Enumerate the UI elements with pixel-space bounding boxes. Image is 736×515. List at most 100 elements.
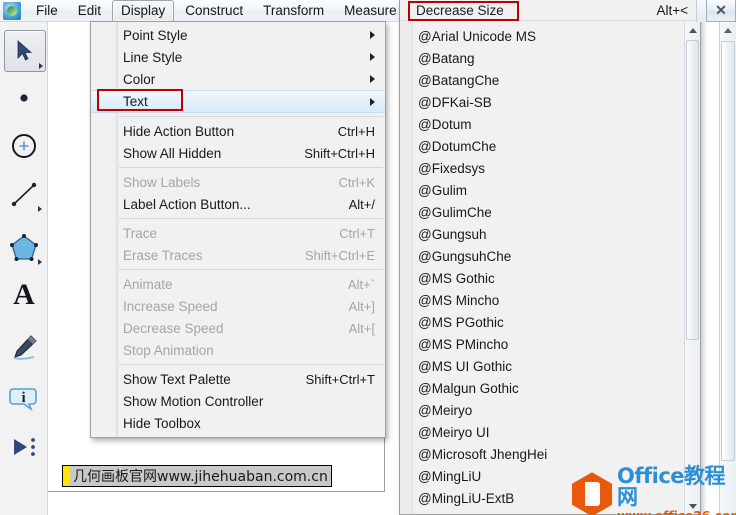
font-option[interactable]: @Meiryo UI (400, 422, 684, 444)
scroll-up-arrow-icon[interactable] (720, 22, 736, 39)
font-option[interactable]: @Gulim (400, 180, 684, 202)
menu-item-show-all-hidden[interactable]: Show All Hidden Shift+Ctrl+H (91, 142, 385, 164)
menu-transform[interactable]: Transform (254, 0, 333, 22)
menu-item-show-labels: Show Labels Ctrl+K (91, 171, 385, 193)
watermark-text: 几何画板官网www.jihehuaban.com.cn (73, 469, 328, 485)
menu-item-increase-speed: Increase Speed Alt+] (91, 295, 385, 317)
menu-item-accelerator: Shift+Ctrl+E (304, 247, 375, 263)
menu-item-accelerator: Alt+] (348, 298, 375, 314)
font-option[interactable]: @Microsoft JhengHei (400, 444, 684, 466)
custom-tool[interactable] (4, 427, 44, 467)
menu-item-erase-traces: Erase Traces Shift+Ctrl+E (91, 244, 385, 266)
font-options-list[interactable]: @Arial Unicode MS @Batang @BatangChe @DF… (400, 22, 684, 514)
font-option[interactable]: @Dotum (400, 114, 684, 136)
submenu-arrow-icon (370, 97, 375, 106)
font-option[interactable]: @MS Gothic (400, 268, 684, 290)
scrollbar-thumb[interactable] (686, 40, 699, 340)
compass-circle-tool[interactable] (4, 126, 44, 166)
tool-expand-arrow-icon[interactable] (39, 63, 43, 69)
menu-item-label: Show Labels (123, 174, 201, 190)
menu-item-accelerator: Ctrl+K (338, 174, 375, 190)
menu-item-accelerator: Ctrl+T (339, 225, 375, 241)
office-watermark-url: www.office26.com (617, 509, 736, 515)
info-balloon-icon: i (9, 388, 37, 412)
menu-item-label: Increase Speed (123, 298, 218, 314)
font-option[interactable]: @MS PGothic (400, 312, 684, 334)
text-tool[interactable]: A (4, 275, 44, 315)
menu-construct[interactable]: Construct (176, 0, 252, 22)
menu-item-show-motion-controller[interactable]: Show Motion Controller (91, 390, 385, 412)
menu-item-label: Hide Toolbox (123, 415, 201, 431)
font-option[interactable]: @Arial Unicode MS (400, 26, 684, 48)
menu-item-line-style[interactable]: Line Style (91, 46, 385, 68)
scrollbar-thumb[interactable] (721, 41, 735, 461)
watermark-accent-bar (63, 466, 70, 486)
menu-item-decrease-size[interactable]: Decrease Size Alt+< (400, 0, 700, 21)
pentagon-polygon-icon (10, 234, 38, 261)
menu-item-accelerator: Shift+Ctrl+H (304, 145, 375, 161)
font-option[interactable]: @MS Mincho (400, 290, 684, 312)
font-option[interactable]: @Batang (400, 48, 684, 70)
information-tool[interactable]: i (4, 379, 44, 419)
letter-a-icon: A (13, 278, 35, 311)
pen-marker-icon (13, 335, 37, 360)
arrow-select-tool[interactable] (4, 30, 46, 72)
font-option[interactable]: @Malgun Gothic (400, 378, 684, 400)
menu-separator (91, 164, 385, 171)
menu-item-label-action-button[interactable]: Label Action Button... Alt+/ (91, 193, 385, 215)
text-submenu-font-list[interactable]: Decrease Size Alt+< @Arial Unicode MS @B… (399, 0, 701, 515)
menu-item-show-text-palette[interactable]: Show Text Palette Shift+Ctrl+T (91, 368, 385, 390)
menu-item-label: Show Motion Controller (123, 393, 264, 409)
tool-palette[interactable]: A i (0, 22, 48, 515)
menu-item-label: Label Action Button... (123, 196, 251, 212)
jihehuaban-watermark: 几何画板官网www.jihehuaban.com.cn (62, 465, 332, 487)
menu-item-decrease-speed: Decrease Speed Alt+[ (91, 317, 385, 339)
menu-item-label: Erase Traces (123, 247, 203, 263)
point-tool[interactable] (4, 78, 44, 118)
polygon-tool[interactable] (4, 227, 44, 267)
office-hex-logo-icon (572, 472, 612, 515)
sketchpad-window: A i File Edit Display Construct Transfor… (0, 0, 736, 515)
font-option[interactable]: @GulimChe (400, 202, 684, 224)
font-option[interactable]: @Meiryo (400, 400, 684, 422)
font-list-scrollbar[interactable] (684, 22, 700, 514)
font-option[interactable]: @DFKai-SB (400, 92, 684, 114)
arrow-cursor-icon (17, 40, 33, 61)
menu-item-color[interactable]: Color (91, 68, 385, 90)
window-vertical-scrollbar[interactable] (719, 22, 736, 515)
window-controls-divider (696, 0, 706, 22)
font-option[interactable]: @BatangChe (400, 70, 684, 92)
menu-edit[interactable]: Edit (69, 0, 110, 22)
tool-expand-arrow-icon[interactable] (38, 259, 42, 265)
scroll-up-arrow-icon[interactable] (685, 22, 700, 38)
font-option[interactable]: @Fixedsys (400, 158, 684, 180)
close-button[interactable]: ✕ (706, 0, 736, 22)
font-option[interactable]: @MS UI Gothic (400, 356, 684, 378)
marker-pen-tool[interactable] (4, 327, 44, 367)
menu-item-text[interactable]: Text (91, 90, 385, 113)
line-segment-icon (11, 182, 37, 207)
menu-item-point-style[interactable]: Point Style (91, 24, 385, 46)
menu-measure[interactable]: Measure (335, 0, 406, 22)
menu-file[interactable]: File (27, 0, 67, 22)
menu-item-label: Show All Hidden (123, 145, 222, 161)
office-watermark-text: Office教程网 www.office26.com (617, 466, 736, 515)
menu-item-hide-toolbox[interactable]: Hide Toolbox (91, 412, 385, 434)
font-option[interactable]: @GungsuhChe (400, 246, 684, 268)
font-option[interactable]: @MS PMincho (400, 334, 684, 356)
menu-display[interactable]: Display (112, 0, 175, 22)
straightedge-line-tool[interactable] (4, 174, 44, 214)
menu-item-label: Decrease Size (416, 2, 504, 18)
menu-item-accelerator: Alt+/ (348, 196, 375, 212)
menu-separator (91, 361, 385, 368)
menu-item-label: Trace (123, 225, 158, 241)
menu-item-hide-action-button[interactable]: Hide Action Button Ctrl+H (91, 120, 385, 142)
window-controls[interactable]: ✕ (696, 0, 736, 22)
menu-item-accelerator: Alt+[ (348, 320, 375, 336)
font-option[interactable]: @DotumChe (400, 136, 684, 158)
sketchpad-logo-icon (3, 1, 21, 20)
tool-expand-arrow-icon[interactable] (38, 206, 42, 212)
menu-item-label: Show Text Palette (123, 371, 231, 387)
display-dropdown-menu[interactable]: Point Style Line Style Color Text Hide A… (90, 21, 386, 438)
font-option[interactable]: @Gungsuh (400, 224, 684, 246)
